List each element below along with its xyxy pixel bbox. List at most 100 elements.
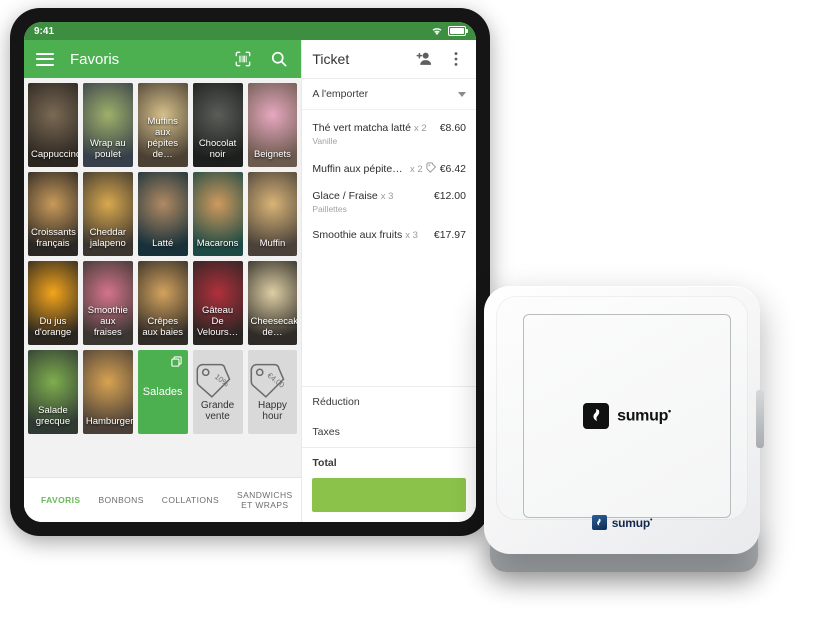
barcode-scanner-icon[interactable] [233,49,253,69]
product-tile[interactable]: Smoothie aux fraises [82,261,133,345]
category-tab[interactable]: BONBONS [89,495,152,505]
product-tile[interactable]: Muffin [247,172,298,256]
category-tile[interactable]: Salades [137,350,188,434]
search-icon[interactable] [269,49,289,69]
catalogue-pane: Favoris Cappuccino Wrap au poulet Muffin… [24,40,449,522]
add-person-icon[interactable] [414,49,434,69]
ticket-items: Thé vert matcha latté x 2 €8.60 Vanille … [302,110,476,383]
product-tile[interactable]: Beignets [247,83,298,167]
category-tab[interactable]: COLLATIONS [153,495,228,505]
ticket-summary: Réduction Taxes [302,387,476,447]
reader-inner-frame: sumup• [496,296,748,520]
tile-label: Happy hour [257,400,287,422]
ticket-header-actions [414,49,466,69]
product-tile[interactable]: Cheddar jalapeno [82,172,133,256]
sumup-glyph-small [597,518,601,526]
tile-label: Salade grecque [35,405,71,427]
sumup-card-reader: sumup• sumup• [484,286,788,574]
sumup-glyph [593,408,599,421]
product-tile[interactable]: Cheesecake de… [247,261,298,345]
copy-stack-icon [170,356,182,367]
tablet-device: 9:41 Favoris Cappuccino Wrap au poulet M… [10,8,490,536]
tile-label: Cheddar jalapeno [89,227,127,249]
product-tile[interactable]: Du jus d'orange [28,261,78,345]
tile-label: Smoothie aux fraises [87,305,128,338]
product-tile[interactable]: Croissants français [28,172,78,256]
price-tag-icon: €4.00 [250,363,287,398]
category-tab[interactable]: SANDWICHS ET WRAPS [228,490,302,510]
app-bar: Favoris [24,40,302,78]
reader-footer-brand: sumup• [484,515,760,530]
tile-label: Gâteau De Velours… [196,305,239,338]
ticket-line-item[interactable]: Thé vert matcha latté x 2 €8.60 Vanille [312,114,466,153]
ticket-mode-selector[interactable]: A l'emporter [302,79,476,110]
ticket-title: Ticket [312,51,350,67]
discount-tile[interactable]: €4.00 Happy hour [247,350,298,434]
ticket-mode-label: A l'emporter [312,88,369,100]
screenshot-root: 9:41 Favoris Cappuccino Wrap au poulet M… [0,0,818,634]
more-vertical-icon[interactable] [446,49,466,69]
product-tile[interactable]: Wrap au poulet [82,83,133,167]
status-bar-time: 9:41 [34,25,55,37]
reader-brand-text: sumup• [617,406,671,425]
product-tile[interactable]: Cappuccino [28,83,78,167]
tile-label: Muffin [259,238,286,249]
line-item-price: €6.42 [439,163,466,175]
status-bar-indicators [431,26,468,36]
product-tile[interactable]: Chocolat noir [192,83,243,167]
ticket-header: Ticket [302,40,476,79]
product-tile[interactable]: Muffins aux pépites de… [137,83,188,167]
line-item-qty: x 3 [405,230,418,241]
line-item-qty: x 2 [414,123,427,134]
tile-label: Cheesecake de… [250,316,298,338]
ticket-line-item[interactable]: Muffin aux pépites de ch… x 2 €6.42 [312,153,466,182]
ticket-summary-row: Réduction [302,387,476,417]
tile-label: Crêpes aux baies [142,316,184,338]
tile-label: Grande vente [200,400,235,422]
category-tab[interactable]: FAVORIS [32,495,89,505]
price-tag-icon [426,162,436,173]
tile-label: Hamburger [85,416,133,427]
sumup-logo-icon-small [591,515,607,530]
ticket-line-item[interactable]: Glace / Fraise x 3 €12.00 Paillettes [312,182,466,221]
line-item-qty: x 3 [380,191,394,202]
tile-label: Latté [152,238,174,249]
product-tile[interactable]: Crêpes aux baies [137,261,188,345]
line-item-name: Muffin aux pépites de ch… [312,163,407,175]
battery-icon [448,26,468,36]
product-tile[interactable]: Latté [137,172,188,256]
app-body: Favoris Cappuccino Wrap au poulet Muffin… [24,40,476,522]
product-tile[interactable]: Gâteau De Velours… [192,261,243,345]
summary-label: Réduction [312,396,360,408]
tile-label: Beignets [253,149,291,160]
page-title: Favoris [70,50,120,68]
reader-display: sumup• [523,314,731,518]
ticket-total-row: Total [302,447,476,478]
line-item-name: Smoothie aux fruits [312,229,403,241]
product-grid: Cappuccino Wrap au poulet Muffins aux pépi… [24,78,301,477]
wifi-icon [432,28,442,35]
tile-label: Croissants français [31,227,76,249]
line-item-modifier: Vanille [312,136,338,146]
ticket-total-label: Total [312,457,337,469]
summary-label: Taxes [312,426,340,438]
product-tile[interactable]: Salade grecque [28,350,78,434]
tile-label: Du jus d'orange [34,316,72,338]
ticket-panel: Ticket A l'emporter Thé vert matcha latt… [301,40,476,522]
ticket-summary-row: Taxes [302,417,476,447]
tablet-screen: 9:41 Favoris Cappuccino Wrap au poulet M… [24,22,476,522]
tile-label: Wrap au poulet [89,138,126,160]
line-item-qty: x 2 [410,164,423,175]
line-item-price: €8.60 [439,122,466,134]
discount-tile[interactable]: 10% Grande vente [192,350,243,434]
product-tile[interactable]: Hamburger [82,350,133,434]
reader-side-button[interactable] [756,390,764,448]
product-tile[interactable]: Macarons [192,172,243,256]
hamburger-menu-icon[interactable] [36,52,54,66]
price-tag-icon: 10% [196,363,230,398]
category-tab-bar: FAVORIS BONBONS COLLATIONS SANDWICHS ET WRA… [24,477,449,522]
status-bar: 9:41 [24,22,476,40]
ticket-line-item[interactable]: Smoothie aux fruits x 3 €17.97 [312,221,466,248]
pay-button[interactable] [312,478,466,512]
chevron-down-icon [458,91,466,97]
